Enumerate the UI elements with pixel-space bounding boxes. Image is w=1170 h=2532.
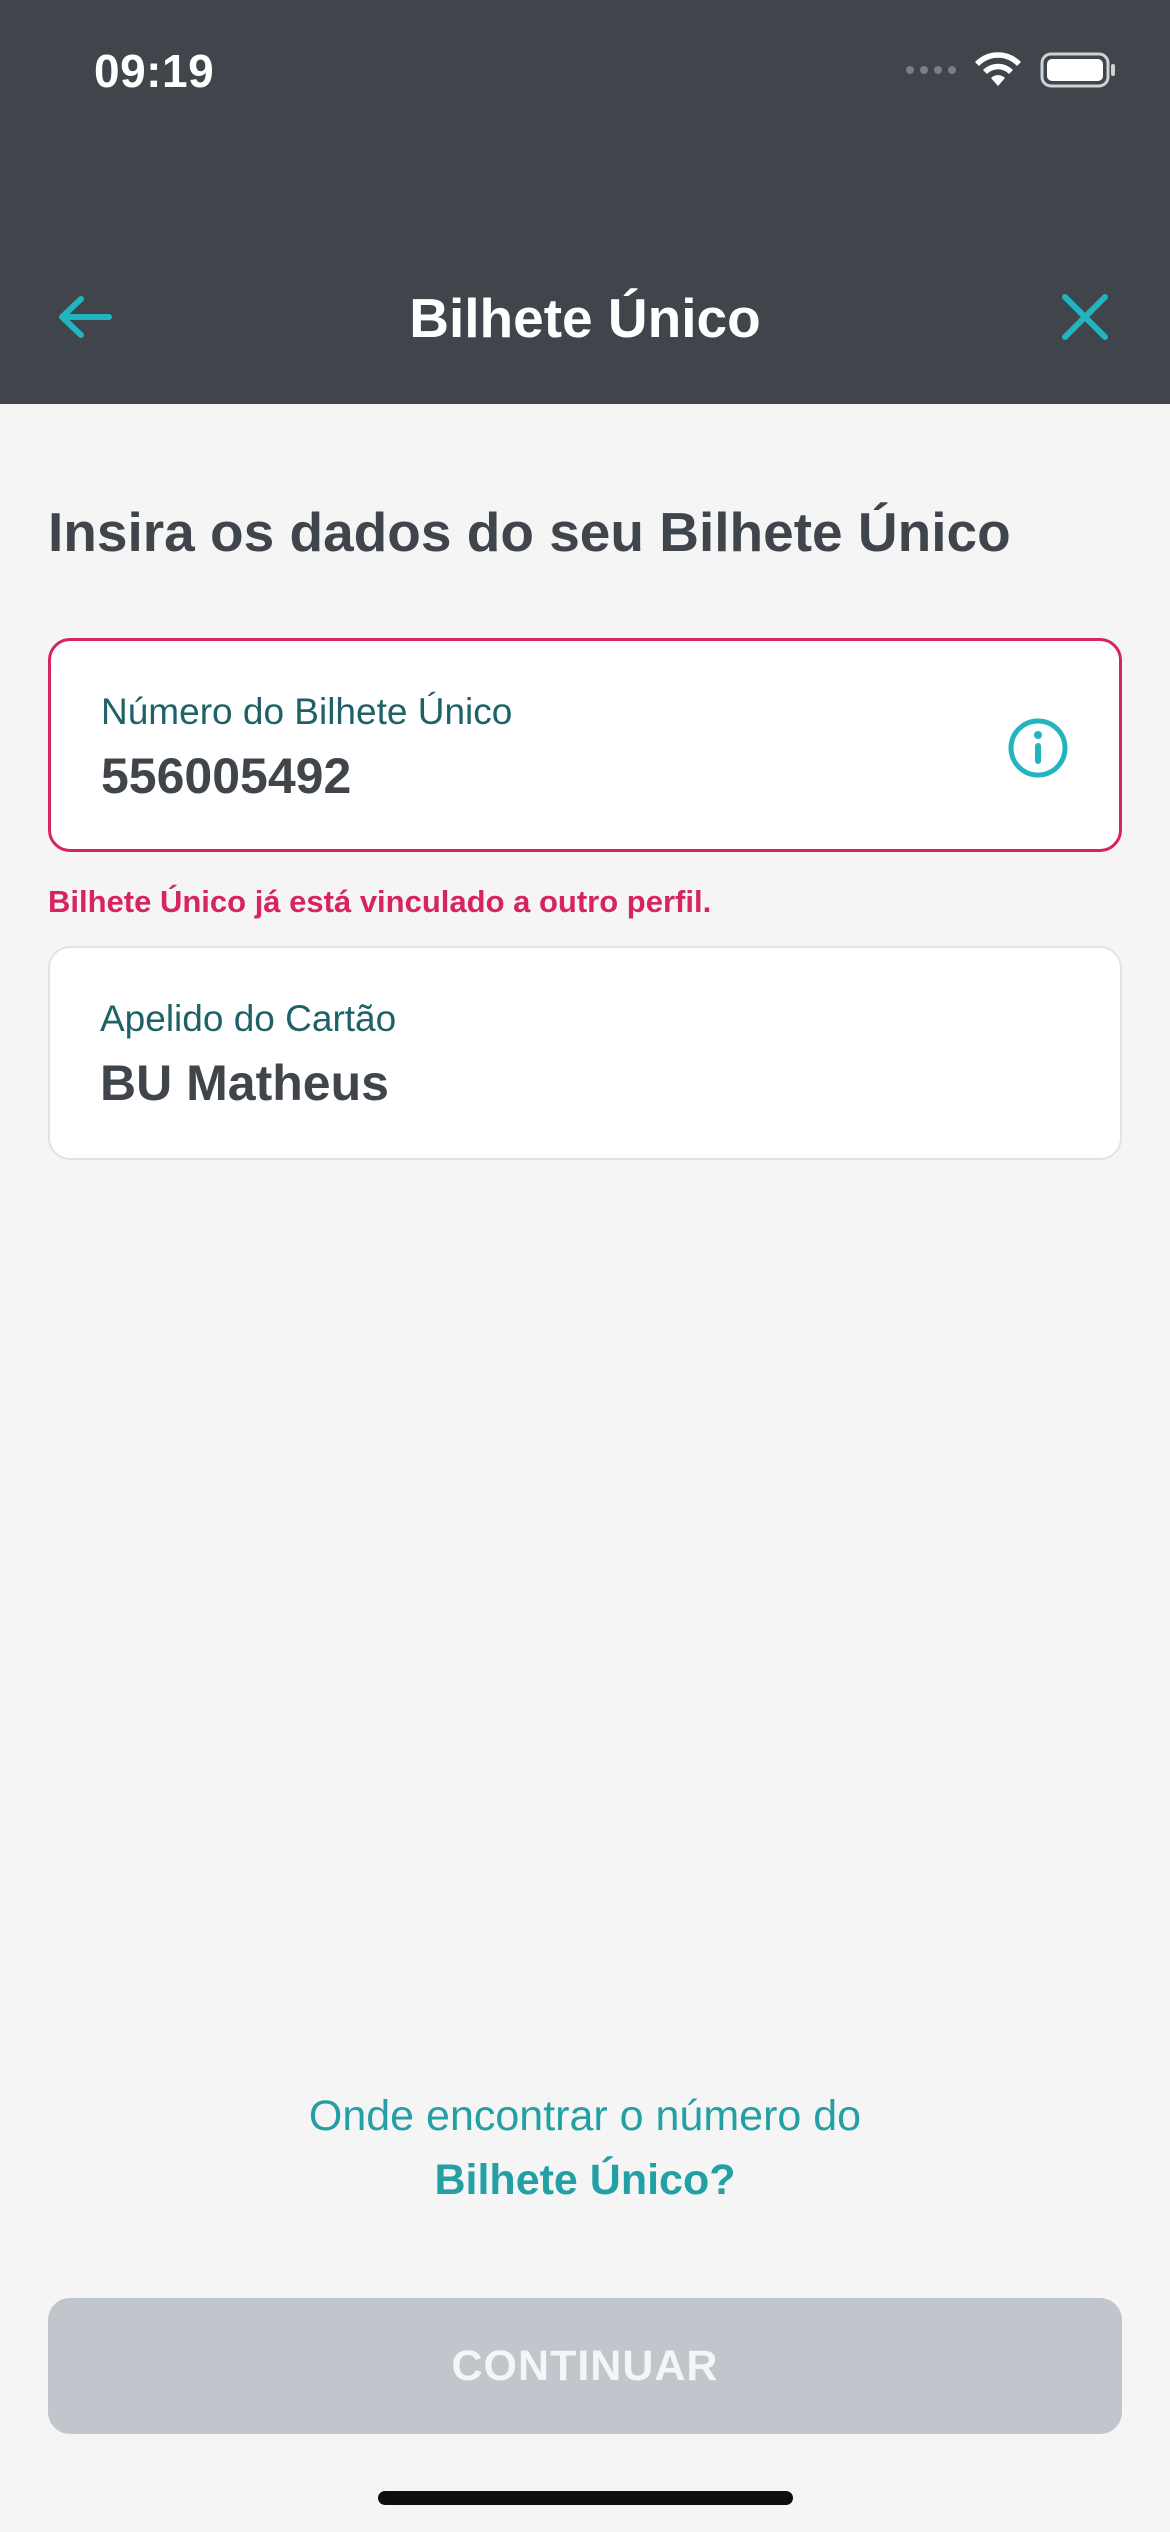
help-link-line2: Bilhete Único? [434, 2156, 736, 2204]
card-nickname-input[interactable]: BU Matheus [100, 1054, 389, 1112]
card-nickname-field[interactable]: Apelido do Cartão BU Matheus [48, 946, 1122, 1160]
card-nickname-label: Apelido do Cartão [100, 998, 397, 1039]
signal-icon [906, 66, 956, 74]
wifi-icon [975, 52, 1021, 86]
help-link[interactable]: Onde encontrar o número do Bilhete Único… [0, 2084, 1170, 2212]
card-number-field[interactable]: Número do Bilhete Único 556005492 [48, 638, 1122, 852]
battery-icon [1040, 52, 1115, 88]
page-title: Bilhete Único [409, 287, 761, 349]
close-button[interactable] [1050, 282, 1120, 352]
form-heading: Insira os dados do seu Bilhete Único [48, 501, 1011, 563]
continue-button[interactable]: CONTINUAR [48, 2298, 1122, 2434]
help-link-line1: Onde encontrar o número do [308, 2092, 862, 2140]
card-number-error: Bilhete Único já está vinculado a outro … [48, 884, 712, 919]
status-icons [906, 52, 1116, 88]
close-icon [1062, 294, 1108, 340]
card-number-input[interactable]: 556005492 [101, 747, 351, 805]
status-time: 09:19 [94, 45, 215, 97]
app-header: 09:19 Bilhete Único [0, 0, 1170, 404]
card-number-label: Número do Bilhete Único [101, 691, 513, 732]
info-icon[interactable] [1007, 717, 1069, 779]
screen: 09:19 Bilhete Único Insira os dados do s… [0, 0, 1170, 2532]
home-indicator [378, 2491, 793, 2505]
